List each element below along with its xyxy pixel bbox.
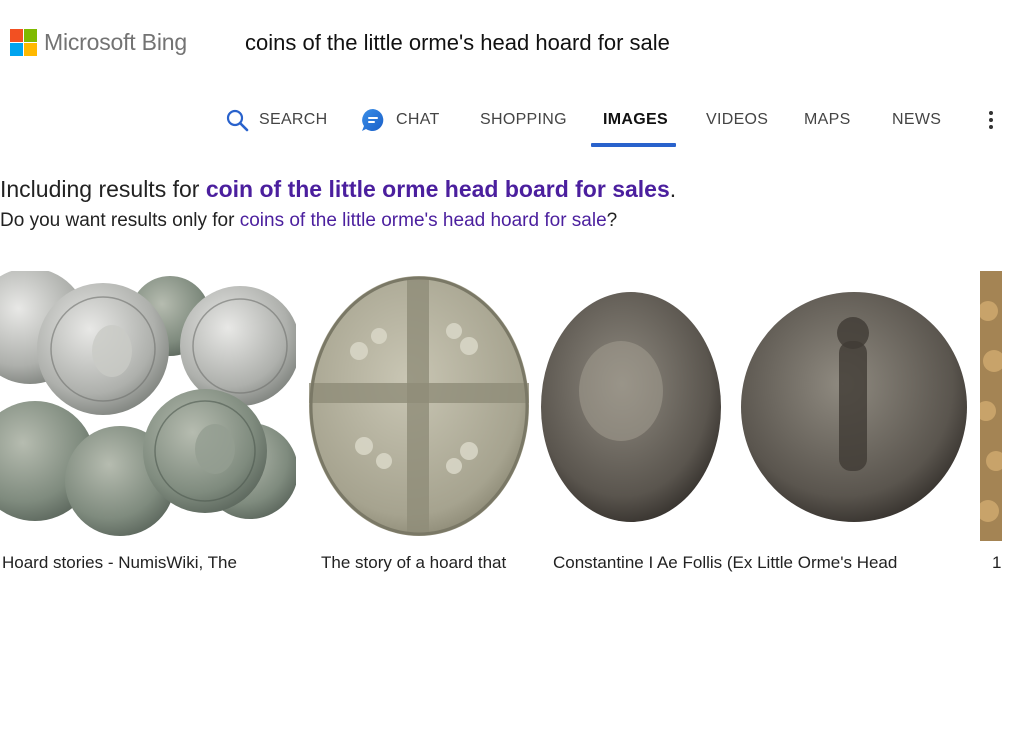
search-icon (225, 108, 249, 132)
image-caption[interactable]: Hoard stories - NumisWiki, The (2, 553, 296, 573)
tab-label: SHOPPING (480, 111, 567, 128)
image-caption[interactable]: The story of a hoard that (321, 553, 531, 573)
including-suffix: . (669, 176, 677, 202)
image-result-4[interactable] (980, 271, 1002, 541)
tab-label: IMAGES (603, 111, 668, 128)
including-results-line: Including results for coin of the little… (0, 176, 676, 203)
including-prefix: Including results for (0, 176, 206, 202)
tab-label: CHAT (396, 111, 440, 128)
tab-search[interactable]: SEARCH (225, 95, 327, 145)
active-tab-indicator (591, 143, 676, 147)
coin-stack-image (980, 271, 1002, 541)
tab-bar: SEARCH CHAT SHOPPING IMAGES VIDEOS MAPS … (0, 95, 1009, 147)
only-suffix: ? (606, 210, 618, 231)
original-query-link[interactable]: coins of the little orme's head hoard fo… (240, 210, 607, 231)
image-caption[interactable]: 1 (992, 553, 1009, 573)
bing-logo[interactable]: Microsoft Bing (10, 29, 187, 56)
tab-label: VIDEOS (706, 111, 769, 128)
tab-videos[interactable]: VIDEOS (706, 95, 768, 145)
tab-chat[interactable]: CHAT (360, 95, 440, 145)
silver-penny-image (309, 276, 529, 536)
coins-pile-image (0, 271, 296, 536)
image-result-3[interactable] (541, 271, 968, 541)
tab-maps[interactable]: MAPS (804, 95, 851, 145)
constantine-follis-image (541, 292, 967, 522)
logo-text: Microsoft Bing (44, 29, 187, 55)
tab-label: MAPS (804, 111, 851, 128)
search-query-input[interactable]: coins of the little orme's head hoard fo… (245, 30, 670, 56)
corrected-query-link[interactable]: coin of the little orme head board for s… (206, 176, 670, 202)
more-options-icon[interactable] (980, 105, 1002, 135)
image-result-2[interactable] (309, 271, 529, 541)
only-prefix: Do you want results only for (0, 210, 240, 231)
tab-label: NEWS (892, 111, 942, 128)
tab-label: SEARCH (259, 111, 328, 128)
image-caption[interactable]: Constantine I Ae Follis (Ex Little Orme'… (553, 553, 968, 573)
image-result-1[interactable] (0, 271, 296, 541)
chat-icon (360, 107, 386, 133)
tab-news[interactable]: NEWS (892, 95, 941, 145)
tab-shopping[interactable]: SHOPPING (480, 95, 567, 145)
tab-images[interactable]: IMAGES (603, 95, 668, 145)
original-query-line: Do you want results only for coins of th… (0, 210, 617, 232)
microsoft-logo-icon (10, 29, 37, 56)
